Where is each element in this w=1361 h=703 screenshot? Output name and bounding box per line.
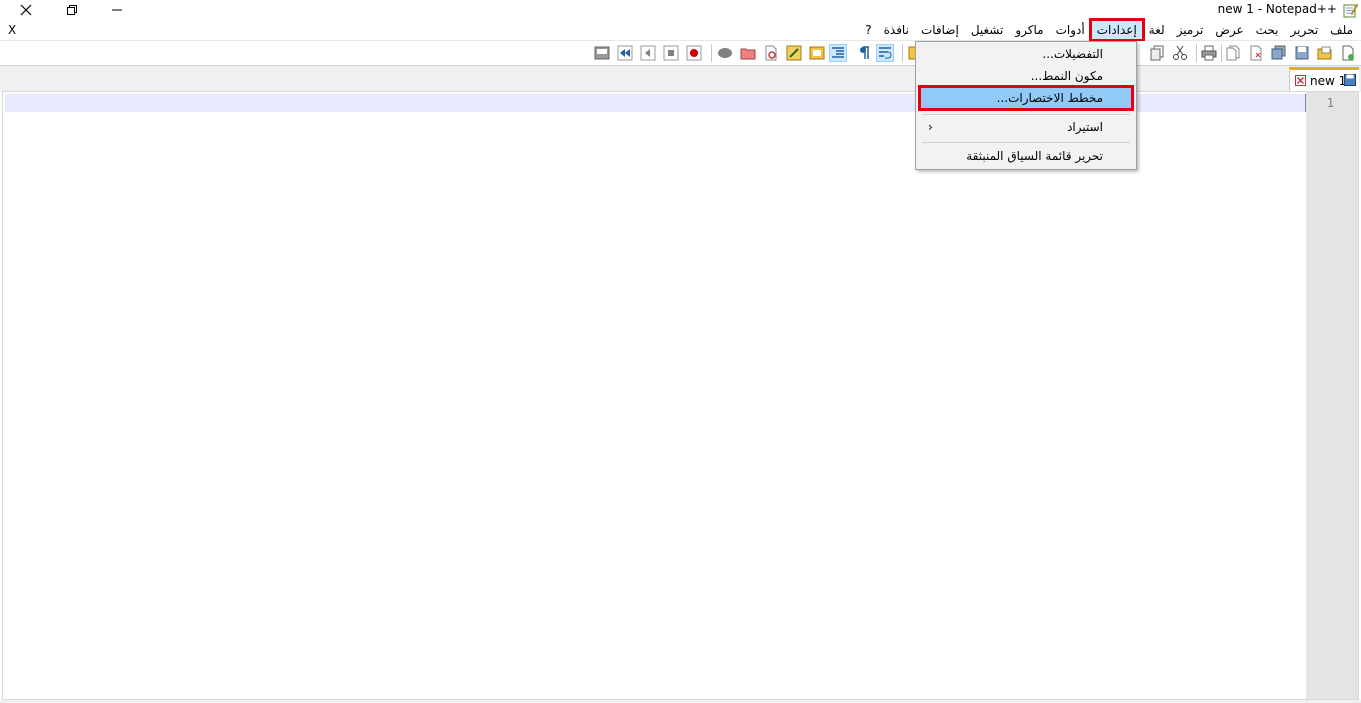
run-macro-multiple-icon[interactable] <box>617 45 633 61</box>
settings-dropdown-menu: التفضيلات... مكون النمط... مخطط الاختصار… <box>915 41 1137 170</box>
menu-item-import[interactable]: استيراد › <box>920 116 1132 138</box>
function-list-icon[interactable] <box>786 45 802 61</box>
unsaved-file-icon <box>1344 74 1356 86</box>
notepad-app-icon <box>1343 3 1358 18</box>
restore-icon <box>67 5 77 15</box>
folder-workspace-icon[interactable] <box>763 45 779 61</box>
doc-map-icon[interactable] <box>809 45 825 61</box>
close-all-icon[interactable] <box>1225 45 1241 61</box>
menu-item-label: التفضيلات... <box>1042 47 1103 61</box>
line-number: 1 <box>1326 96 1334 110</box>
toolbar <box>0 41 1361 65</box>
save-icon[interactable] <box>1294 45 1310 61</box>
title-bar: new 1 - Notepad++ <box>0 0 1361 20</box>
menu-item-style-configurator[interactable]: مكون النمط... <box>920 65 1132 87</box>
save-macro-icon[interactable] <box>594 45 610 61</box>
menu-file[interactable]: ملف <box>1324 20 1359 40</box>
menu-item-label: مخطط الاختصارات... <box>996 91 1103 105</box>
menu-separator <box>922 142 1130 143</box>
close-window-button[interactable] <box>11 0 41 20</box>
tab-label: new 1 <box>1310 74 1347 88</box>
tab-close-icon[interactable] <box>1295 75 1306 86</box>
menu-item-label: استيراد <box>1067 120 1103 134</box>
toolbar-separator <box>1221 44 1222 62</box>
menu-plugins[interactable]: إضافات <box>915 20 965 40</box>
window-title: new 1 - Notepad++ <box>1217 2 1337 16</box>
toolbar-separator <box>902 44 903 62</box>
folder-icon[interactable] <box>740 45 756 61</box>
menu-language[interactable]: لغة <box>1143 20 1171 40</box>
monitoring-icon[interactable] <box>717 45 733 61</box>
menu-help[interactable]: ? <box>859 20 877 40</box>
menu-window[interactable]: نافذة <box>878 20 915 40</box>
menu-settings[interactable]: إعدادات <box>1088 18 1145 42</box>
menu-item-label: مكون النمط... <box>1030 69 1103 83</box>
menu-separator <box>922 114 1130 115</box>
word-wrap-icon[interactable] <box>876 44 894 62</box>
submenu-arrow-icon: › <box>928 120 933 134</box>
restore-window-button[interactable] <box>57 0 87 20</box>
menu-edit[interactable]: تحرير <box>1285 20 1325 40</box>
menu-items: ملف تحرير بحث عرض ترميز لغة إعدادات أدوا… <box>859 18 1359 42</box>
menu-item-preferences[interactable]: التفضيلات... <box>920 43 1132 65</box>
close-icon <box>20 4 32 16</box>
menu-bar: X ملف تحرير بحث عرض ترميز لغة إعدادات أد… <box>0 18 1361 42</box>
save-all-icon[interactable] <box>1271 45 1287 61</box>
cut-icon[interactable] <box>1172 45 1188 61</box>
close-document-button[interactable]: X <box>8 23 16 37</box>
menu-encoding[interactable]: ترميز <box>1171 20 1210 40</box>
tab-strip: new 1 <box>0 65 1361 92</box>
play-macro-icon[interactable] <box>640 45 656 61</box>
print-icon[interactable] <box>1201 45 1217 61</box>
copy-icon[interactable] <box>1149 45 1165 61</box>
indent-guide-icon[interactable] <box>829 44 847 62</box>
minimize-icon <box>112 9 122 11</box>
menu-item-shortcut-mapper[interactable]: مخطط الاختصارات... <box>918 85 1134 111</box>
toolbar-separator <box>1196 44 1197 62</box>
new-file-icon[interactable] <box>1340 45 1356 61</box>
menu-search[interactable]: بحث <box>1250 20 1285 40</box>
stop-macro-icon[interactable] <box>663 45 679 61</box>
menu-tools[interactable]: أدوات <box>1050 20 1091 40</box>
show-all-chars-icon[interactable] <box>856 45 872 61</box>
menu-item-edit-context-menu[interactable]: تحرير قائمة السياق المنبثقة <box>920 145 1132 167</box>
menu-run[interactable]: تشغيل <box>965 20 1010 40</box>
menu-view[interactable]: عرض <box>1209 20 1249 40</box>
menu-item-label: تحرير قائمة السياق المنبثقة <box>966 149 1103 163</box>
open-file-icon[interactable] <box>1317 45 1333 61</box>
tab-new-1[interactable]: new 1 <box>1289 67 1359 91</box>
record-macro-icon[interactable] <box>686 45 702 61</box>
line-number-gutter: 1 <box>1306 92 1358 699</box>
toolbar-separator <box>711 44 712 62</box>
menu-macro[interactable]: ماكرو <box>1009 20 1049 40</box>
editor-area[interactable]: 1 <box>2 91 1359 700</box>
close-file-icon[interactable] <box>1248 45 1264 61</box>
minimize-window-button[interactable] <box>102 0 132 20</box>
